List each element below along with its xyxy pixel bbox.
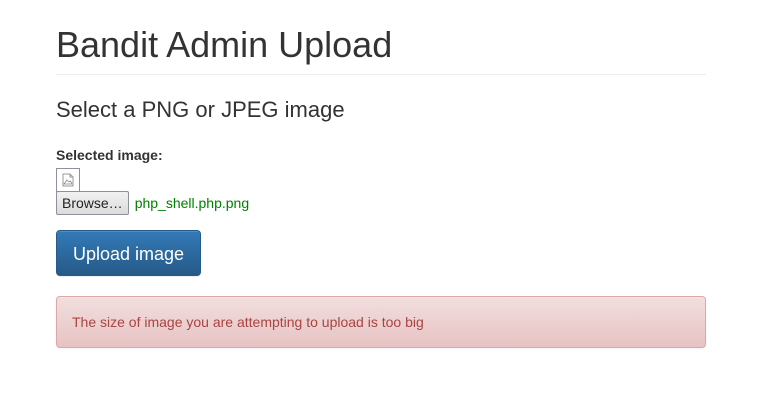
- selected-image-label: Selected image:: [56, 147, 163, 163]
- error-alert: The size of image you are attempting to …: [56, 296, 706, 348]
- image-preview: [56, 168, 80, 192]
- main-container: Bandit Admin Upload Select a PNG or JPEG…: [56, 0, 706, 348]
- error-alert-message: The size of image you are attempting to …: [72, 314, 424, 330]
- upload-image-button[interactable]: Upload image: [56, 230, 201, 276]
- page-title: Bandit Admin Upload: [56, 24, 393, 65]
- broken-image-icon: [62, 173, 74, 187]
- page-subtitle: Select a PNG or JPEG image: [56, 97, 345, 122]
- selected-file-name: php_shell.php.png: [134, 195, 250, 211]
- file-input-row: Browse… php_shell.php.png: [56, 191, 706, 215]
- browse-button[interactable]: Browse…: [56, 191, 129, 215]
- page-header: Bandit Admin Upload: [56, 25, 706, 75]
